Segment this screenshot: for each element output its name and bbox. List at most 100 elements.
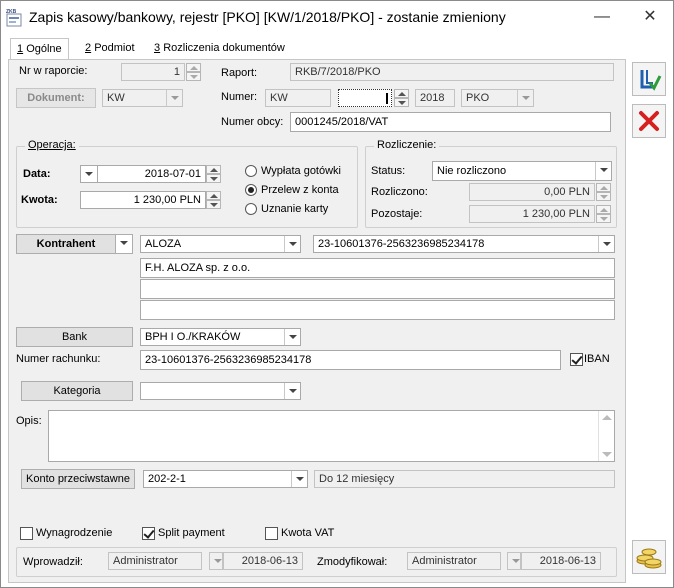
kwota-vat-checkbox[interactable]: [265, 527, 278, 540]
konto-value: 202-2-1: [148, 473, 186, 485]
kwota-vat-label: Kwota VAT: [281, 527, 335, 539]
wyplata-gotowki-label: Wypłata gotówki: [261, 165, 341, 177]
kontrahent-button[interactable]: Kontrahent: [16, 234, 116, 254]
save-button[interactable]: [632, 62, 666, 96]
opis-scrollbar[interactable]: [598, 411, 614, 461]
dokument-value: KW: [107, 92, 125, 104]
status-label: Status:: [371, 165, 406, 177]
kategoria-select[interactable]: [140, 382, 301, 400]
kontrahent-name-line1[interactable]: F.H. ALOZA sp. z o.o.: [140, 258, 615, 278]
kategoria-button[interactable]: Kategoria: [21, 381, 133, 401]
chevron-down-icon: [508, 553, 520, 569]
numer-year-field: 2018: [415, 89, 455, 107]
coins-icon: [636, 548, 662, 569]
status-value: Nie rozliczono: [437, 165, 507, 177]
kwota-label: Kwota:: [21, 194, 58, 206]
wprowadzil-user: Administrator: [108, 552, 202, 570]
dokument-select[interactable]: KW: [102, 89, 183, 107]
iban-label: IBAN: [584, 353, 610, 365]
tab-podmiot[interactable]: 2 Podmiot: [79, 38, 141, 59]
uznanie-karty-label: Uznanie karty: [261, 203, 329, 215]
bank-button[interactable]: Bank: [16, 327, 133, 347]
dokument-button[interactable]: Dokument:: [16, 88, 96, 108]
chevron-down-icon: [291, 471, 307, 487]
wprowadzil-date-picker: [209, 552, 223, 570]
iban-checkbox[interactable]: [570, 353, 583, 366]
wprowadzil-label: Wprowadził:: [23, 556, 83, 568]
wynagrodzenie-checkbox[interactable]: [20, 527, 33, 540]
chevron-down-icon: [284, 236, 300, 252]
bank-value: BPH I O./KRAKÓW: [145, 331, 241, 343]
kontrahent-menu-button[interactable]: [115, 234, 133, 254]
rozliczono-field: 0,00 PLN: [469, 183, 595, 201]
numer-rachunku-label: Numer rachunku:: [16, 353, 101, 365]
tab-rozliczenia[interactable]: 3 Rozliczenia dokumentów: [148, 38, 291, 59]
numer-obcy-input[interactable]: 0001245/2018/VAT: [290, 112, 611, 132]
cancel-button[interactable]: [632, 104, 666, 138]
kontrahent-code-select[interactable]: ALOZA: [140, 235, 301, 253]
scroll-down-icon: [602, 452, 612, 457]
kontrahent-name-line3[interactable]: [140, 300, 615, 320]
operacja-title: Operacja:: [25, 139, 79, 151]
konto-przeciwstawne-button[interactable]: Konto przeciwstawne: [21, 469, 135, 489]
pozostaje-label: Pozostaje:: [371, 208, 423, 220]
zmodyfikowal-user: Administrator: [407, 552, 501, 570]
date-picker-button[interactable]: [80, 165, 98, 183]
chevron-down-icon: [166, 90, 182, 106]
app-logo-text: ZKB: [6, 9, 17, 15]
app-logo-icon: ZKB: [6, 9, 22, 27]
data-stepper[interactable]: [206, 165, 221, 183]
kwota-stepper[interactable]: [206, 191, 221, 209]
chevron-down-icon: [81, 166, 97, 182]
zmodyfikowal-date: 2018-06-13: [521, 552, 601, 570]
numer-label: Numer:: [221, 91, 258, 103]
numer-prefix-field: KW: [265, 89, 331, 107]
minimize-button[interactable]: —: [589, 7, 615, 27]
radio-wyplata-gotowki[interactable]: [245, 165, 257, 177]
title-bar: ZKB Zapis kasowy/bankowy, rejestr [PKO] …: [1, 1, 673, 34]
data-input[interactable]: 2018-07-01: [97, 165, 206, 183]
status-select[interactable]: Nie rozliczono: [432, 161, 612, 181]
wprowadzil-date: 2018-06-13: [223, 552, 303, 570]
coins-button[interactable]: [632, 540, 666, 574]
kontrahent-name-line2[interactable]: [140, 279, 615, 299]
tab-podmiot-key: 2: [85, 42, 92, 54]
chevron-down-icon: [116, 235, 132, 253]
kontrahent-account-select[interactable]: 23-10601376-2563236985234178: [313, 235, 615, 253]
split-payment-label: Split payment: [158, 527, 225, 539]
save-icon: [640, 70, 662, 91]
konto-description: Do 12 miesięcy: [314, 470, 615, 488]
bank-select[interactable]: BPH I O./KRAKÓW: [140, 328, 301, 346]
numer-rachunku-input[interactable]: 23-10601376-2563236985234178: [140, 350, 561, 370]
close-button[interactable]: ✕: [637, 7, 663, 27]
radio-uznanie-karty[interactable]: [245, 203, 257, 215]
tab-ogolne[interactable]: 1 Ogólne: [10, 38, 69, 61]
opis-label: Opis:: [16, 415, 42, 427]
konto-select[interactable]: 202-2-1: [143, 470, 308, 488]
nr-w-raporcie-stepper: [186, 63, 201, 81]
rozliczono-label: Rozliczono:: [371, 186, 428, 198]
chevron-down-icon: [517, 90, 533, 106]
numer-stepper[interactable]: [394, 89, 409, 107]
pozostaje-stepper: [596, 205, 611, 223]
opis-textarea[interactable]: [48, 410, 615, 462]
cancel-icon: [639, 111, 659, 131]
wynagrodzenie-label: Wynagrodzenie: [36, 527, 113, 539]
data-label: Data:: [23, 168, 51, 180]
tab-rozliczenia-label: Rozliczenia dokumentów: [163, 42, 285, 54]
tab-podmiot-label: Podmiot: [94, 42, 135, 54]
chevron-down-icon: [210, 553, 222, 569]
numer-register-select[interactable]: PKO: [461, 89, 534, 107]
rozliczono-stepper: [596, 183, 611, 201]
general-panel: Nr w raporcie: 1 Raport: RKB/7/2018/PKO …: [8, 59, 626, 583]
scroll-up-icon: [602, 415, 612, 420]
radio-przelew-z-konta[interactable]: [245, 184, 257, 196]
przelew-z-konta-label: Przelew z konta: [261, 184, 339, 196]
chevron-down-icon: [284, 329, 300, 345]
kwota-input[interactable]: 1 230,00 PLN: [80, 191, 206, 209]
tab-ogolne-key: 1: [17, 43, 24, 55]
numer-input[interactable]: [338, 89, 392, 107]
split-payment-checkbox[interactable]: [142, 527, 155, 540]
text-caret: [386, 93, 388, 104]
kontrahent-account-value: 23-10601376-2563236985234178: [318, 238, 485, 250]
